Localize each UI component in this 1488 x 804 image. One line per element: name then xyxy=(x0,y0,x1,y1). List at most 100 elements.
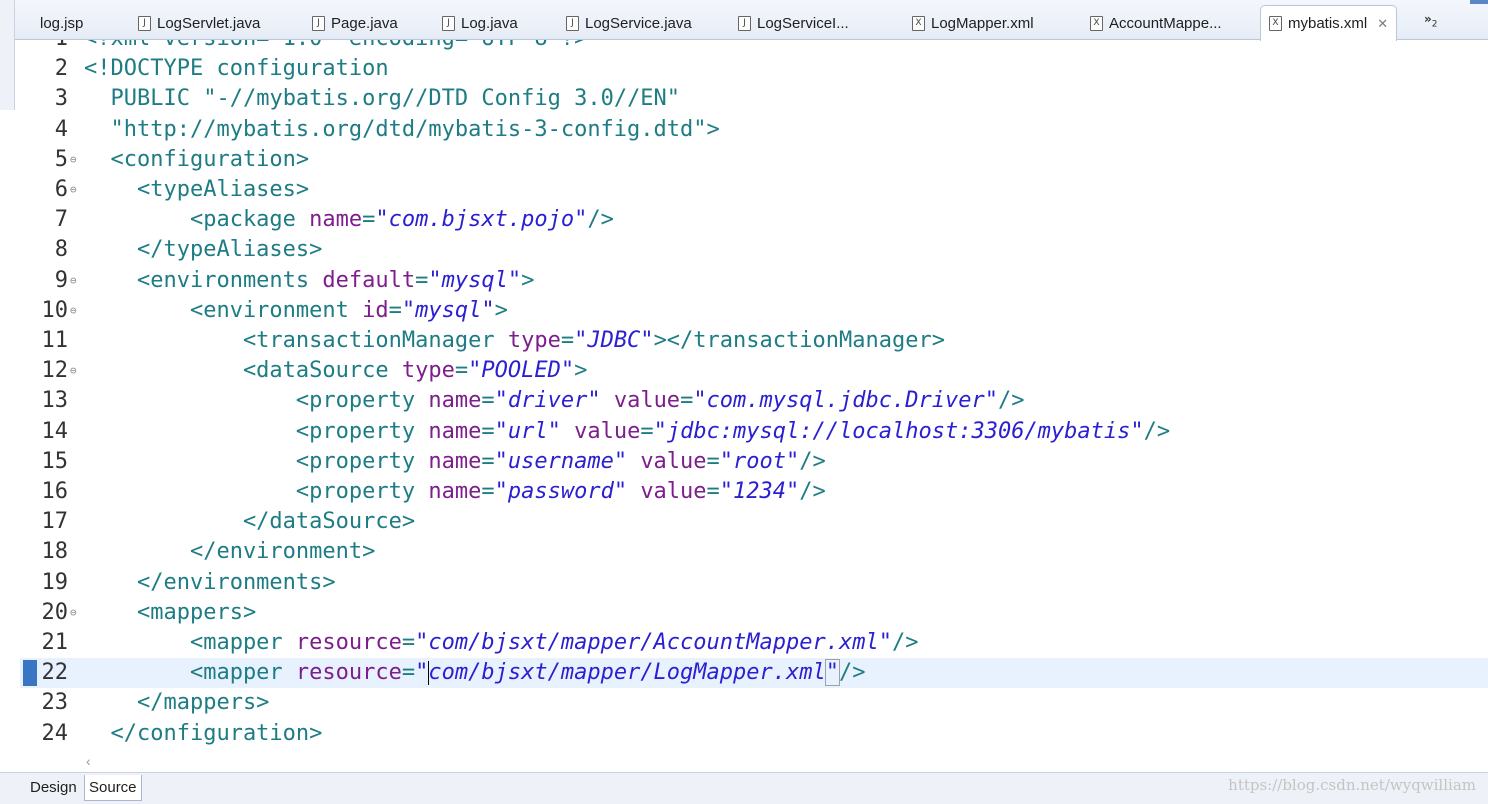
token-attr: name xyxy=(428,388,482,414)
code-line[interactable]: 23 </mappers> xyxy=(20,688,1488,718)
tab-logservice-java[interactable]: J LogService.java xyxy=(566,8,692,38)
fold-toggle-icon[interactable]: ⊖ xyxy=(70,296,77,326)
code-line[interactable]: 12 ⊖ <dataSource type="POOLED"> xyxy=(20,356,1488,386)
tab-log-java[interactable]: J Log.java xyxy=(442,8,518,38)
line-number: 2 xyxy=(54,56,68,82)
fold-toggle-icon[interactable]: ⊖ xyxy=(70,266,77,296)
token-tag: > xyxy=(706,116,720,142)
token-tag: <configuration> xyxy=(84,146,310,172)
token-tag: ></transactionManager> xyxy=(653,328,945,353)
token-tag: <transactionManager xyxy=(84,328,508,353)
tab-source[interactable]: Source xyxy=(84,775,142,801)
tab-label: Page.java xyxy=(331,14,398,32)
code-line[interactable]: 4 "http://mybatis.org/dtd/mybatis-3-conf… xyxy=(20,115,1488,145)
code-text: <package name="com.bjsxt.pojo"/> xyxy=(84,205,614,235)
token-tag: = xyxy=(680,388,694,414)
token-tag: /> xyxy=(997,388,1025,414)
scroll-left-arrow[interactable]: ‹ xyxy=(86,753,91,769)
xml-file-icon: X xyxy=(1269,16,1282,31)
code-line[interactable]: 17 </dataSource> xyxy=(20,507,1488,537)
tab-design[interactable]: Design xyxy=(26,775,81,801)
line-number: 21 xyxy=(41,630,69,655)
line-number: 3 xyxy=(54,86,68,112)
code-line[interactable]: 16 <property name="password" value="1234… xyxy=(20,477,1488,507)
code-line[interactable]: 13 <property name="driver" value="com.my… xyxy=(20,386,1488,416)
fold-toggle-icon[interactable]: ⊖ xyxy=(70,175,77,205)
code-text: <property name="url" value="jdbc:mysql:/… xyxy=(84,417,1170,447)
token-tag: </typeAliases> xyxy=(84,237,323,263)
tab-page-java[interactable]: J Page.java xyxy=(312,8,398,38)
token-val: "root" xyxy=(719,448,800,474)
fold-toggle-icon[interactable]: ⊖ xyxy=(70,356,77,386)
tab-logservicei[interactable]: J LogServiceI... xyxy=(738,8,849,38)
tab-logmapper-xml[interactable]: X LogMapper.xml xyxy=(912,8,1034,38)
code-line[interactable]: 22 <mapper resource="com/bjsxt/mapper/Lo… xyxy=(20,658,1488,689)
code-line[interactable]: 10 ⊖ <environment id="mysql"> xyxy=(20,296,1488,326)
token-attr: name xyxy=(428,479,482,504)
tab-mybatis-xml[interactable]: Xmybatis.xml ✕ xyxy=(1260,5,1398,41)
code-line[interactable]: 5 ⊖ <configuration> xyxy=(20,145,1488,175)
line-number: 12 xyxy=(41,358,69,384)
code-line[interactable]: 9 ⊖ <environments default="mysql"> xyxy=(20,266,1488,296)
code-line[interactable]: 8 </typeAliases> xyxy=(20,235,1488,265)
token-tag xyxy=(601,388,614,413)
code-line[interactable]: 7 <package name="com.bjsxt.pojo"/> xyxy=(20,205,1488,235)
token-tag: </dataSource> xyxy=(84,509,416,535)
token-tag: = xyxy=(454,358,469,384)
token-tag: = xyxy=(640,418,654,444)
token-tag: </environments> xyxy=(84,569,336,595)
token-attr: value xyxy=(613,388,681,414)
line-number: 15 xyxy=(41,448,69,474)
code-text: <property name="username" value="root"/> xyxy=(84,447,826,477)
tab-accountmappe[interactable]: X AccountMappe... xyxy=(1090,8,1222,38)
left-gutter xyxy=(0,0,15,110)
tab-logservlet-java[interactable]: J LogServlet.java xyxy=(138,8,260,38)
code-text: </environments> xyxy=(84,568,336,598)
token-tag: <typeAliases> xyxy=(84,177,310,202)
xml-source-editor[interactable]: 1 <?xml version="1.0" encoding="UTF-8"?> 2… xyxy=(20,40,1488,770)
code-line[interactable]: 19 </environments> xyxy=(20,568,1488,598)
tab-overflow-button[interactable]: »2 xyxy=(1424,12,1438,29)
code-line[interactable]: 1 <?xml version="1.0" encoding="UTF-8"?> xyxy=(20,40,1488,54)
fold-toggle-icon[interactable]: ⊖ xyxy=(70,145,77,175)
code-line[interactable]: 3 PUBLIC "-//mybatis.org//DTD Config 3.0… xyxy=(20,84,1488,114)
code-line[interactable]: 6 ⊖ <typeAliases> xyxy=(20,175,1488,205)
code-line[interactable]: 2 <!DOCTYPE configuration xyxy=(20,54,1488,84)
token-tag: <package xyxy=(84,207,310,233)
code-text: "http://mybatis.org/dtd/mybatis-3-config… xyxy=(84,115,720,145)
token-attr: name xyxy=(309,207,363,233)
tab-log-jsp[interactable]: log.jsp xyxy=(26,8,83,38)
tab-label: LogService.java xyxy=(585,14,692,32)
fold-toggle-icon[interactable]: ⊖ xyxy=(70,598,77,628)
line-number: 11 xyxy=(41,328,69,353)
line-number: 16 xyxy=(41,479,69,504)
close-tab-icon[interactable]: ✕ xyxy=(1377,16,1388,32)
token-attr: resource xyxy=(295,630,402,655)
code-line[interactable]: 14 <property name="url" value="jdbc:mysq… xyxy=(20,417,1488,447)
line-number: 6 xyxy=(54,177,68,202)
code-line[interactable]: 15 <property name="username" value="root… xyxy=(20,447,1488,477)
token-attr: default xyxy=(322,267,416,293)
java-file-icon: J xyxy=(566,15,579,31)
token-tag xyxy=(627,449,640,474)
code-text: </dataSource> xyxy=(84,507,415,537)
code-line[interactable]: 18 </environment> xyxy=(20,537,1488,567)
token-tag: <mapper xyxy=(84,630,296,655)
code-line[interactable]: 21 <mapper resource="com/bjsxt/mapper/Ac… xyxy=(20,628,1488,658)
line-number: 10 xyxy=(41,297,69,323)
token-tag xyxy=(627,479,640,504)
token-tag: <environment xyxy=(84,297,363,323)
code-line[interactable]: 20 ⊖ <mappers> xyxy=(20,598,1488,628)
token-tag: = xyxy=(362,207,376,233)
token-tag: = xyxy=(388,297,402,323)
token-tag: = xyxy=(401,630,416,655)
code-text: <environments default="mysql"> xyxy=(84,266,534,296)
line-number: 4 xyxy=(54,116,68,142)
code-text: <mapper resource="com/bjsxt/mapper/Accou… xyxy=(84,628,919,658)
code-line[interactable]: 11 <transactionManager type="JDBC"></tra… xyxy=(20,326,1488,356)
code-text: </environment> xyxy=(84,537,375,567)
token-tag: </configuration> xyxy=(84,720,323,746)
code-line[interactable]: 24 </configuration> xyxy=(20,719,1488,749)
token-tag: </environment> xyxy=(84,539,376,565)
code-text: <transactionManager type="JDBC"></transa… xyxy=(84,326,945,356)
